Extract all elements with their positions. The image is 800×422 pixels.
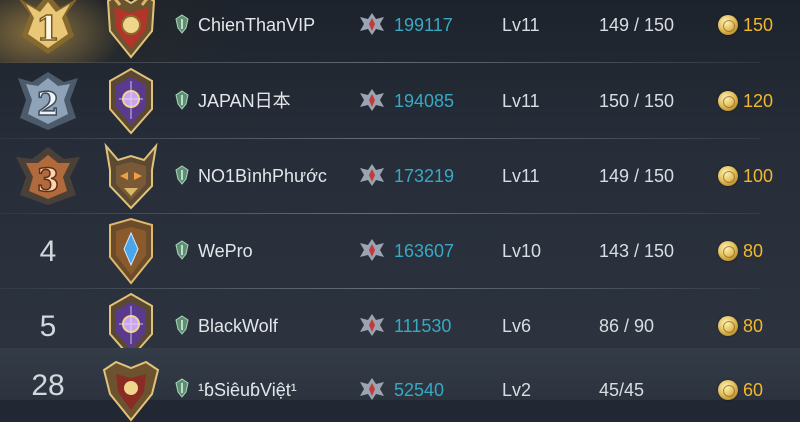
level-progress: 143 / 150 bbox=[599, 241, 675, 261]
reward-amount: 60 bbox=[743, 380, 764, 400]
svg-text:2: 2 bbox=[37, 85, 59, 123]
gold-coin-icon bbox=[718, 15, 738, 35]
gold-coin-icon bbox=[718, 241, 738, 261]
reward-amount: 120 bbox=[743, 91, 774, 111]
power-score: 199117 bbox=[394, 15, 453, 35]
level-progress: 149 / 150 bbox=[599, 166, 675, 186]
level-progress: 149 / 150 bbox=[599, 15, 675, 35]
reward-amount: 80 bbox=[743, 241, 764, 261]
rank-number: 28 bbox=[31, 369, 65, 402]
svg-text:1: 1 bbox=[36, 9, 60, 49]
gold-coin-icon bbox=[718, 380, 738, 400]
player-name[interactable]: ChienThanVIP bbox=[198, 14, 315, 36]
player-level: Lv11 bbox=[502, 15, 540, 35]
player-emblem-icon bbox=[175, 165, 189, 185]
player-level: Lv10 bbox=[502, 241, 542, 261]
player-name[interactable]: NO1BìnhPhước bbox=[198, 165, 327, 187]
player-emblem-icon bbox=[175, 240, 189, 260]
winged-crest-avatar[interactable] bbox=[102, 354, 160, 422]
gold-medal-icon: 1 bbox=[19, 0, 77, 54]
player-emblem-icon bbox=[175, 90, 189, 110]
power-crest-icon bbox=[360, 164, 384, 186]
rank-number: 4 bbox=[39, 235, 57, 268]
horned-crest-avatar[interactable] bbox=[102, 142, 160, 210]
reward-amount: 150 bbox=[743, 15, 774, 35]
gold-coin-icon bbox=[718, 166, 738, 186]
reward-amount: 100 bbox=[743, 166, 774, 186]
gold-coin-icon bbox=[718, 316, 738, 336]
red-gold-crest-avatar[interactable] bbox=[102, 0, 160, 59]
leaderboard-row[interactable]: 3 NO1BìnhPhước 173219 Lv11 149 / 150 100 bbox=[0, 139, 800, 214]
current-player-row[interactable]: 28 ¹ɓSiêuɓViệt¹ 52540 Lv2 45/45 60 bbox=[0, 348, 800, 422]
silver-medal-icon: 2 bbox=[18, 72, 78, 130]
leaderboard: 1 ChienThanVIP 199117 Lv11 149 / 150 150… bbox=[0, 0, 800, 422]
svg-text:3: 3 bbox=[37, 161, 59, 199]
player-name[interactable]: ¹ɓSiêuɓViệt¹ bbox=[198, 379, 297, 401]
player-name[interactable]: BlackWolf bbox=[198, 315, 278, 337]
power-score: 111530 bbox=[394, 316, 452, 336]
purple-crest-avatar[interactable] bbox=[102, 67, 160, 135]
power-score: 163607 bbox=[394, 241, 455, 261]
level-progress: 150 / 150 bbox=[599, 91, 675, 111]
leaderboard-row[interactable]: 2 JAPAN日本 194085 Lv11 150 / 150 120 bbox=[0, 64, 800, 139]
power-crest-icon bbox=[360, 378, 384, 400]
power-crest-icon bbox=[360, 13, 384, 35]
bronze-medal-icon: 3 bbox=[16, 147, 80, 205]
power-crest-icon bbox=[360, 314, 384, 336]
rank-number: 5 bbox=[39, 310, 57, 343]
player-emblem-icon bbox=[175, 378, 189, 398]
gold-coin-icon bbox=[718, 91, 738, 111]
power-crest-icon bbox=[360, 239, 384, 261]
power-crest-icon bbox=[360, 89, 384, 111]
leaderboard-row[interactable]: 4 WePro 163607 Lv10 143 / 150 80 bbox=[0, 214, 800, 289]
player-level: Lv11 bbox=[502, 166, 540, 186]
player-level: Lv2 bbox=[502, 380, 532, 400]
player-name[interactable]: JAPAN日本 bbox=[198, 90, 291, 112]
power-score: 194085 bbox=[394, 91, 455, 111]
level-progress: 45/45 bbox=[599, 380, 645, 400]
blue-shield-avatar[interactable] bbox=[102, 217, 160, 285]
power-score: 52540 bbox=[394, 380, 445, 400]
player-level: Lv6 bbox=[502, 316, 532, 336]
player-emblem-icon bbox=[175, 14, 189, 34]
player-name[interactable]: WePro bbox=[198, 240, 253, 262]
level-progress: 86 / 90 bbox=[599, 316, 655, 336]
reward-amount: 80 bbox=[743, 316, 764, 336]
leaderboard-row[interactable]: 1 ChienThanVIP 199117 Lv11 149 / 150 150 bbox=[0, 0, 800, 63]
power-score: 173219 bbox=[394, 166, 455, 186]
player-level: Lv11 bbox=[502, 91, 540, 111]
player-emblem-icon bbox=[175, 315, 189, 335]
